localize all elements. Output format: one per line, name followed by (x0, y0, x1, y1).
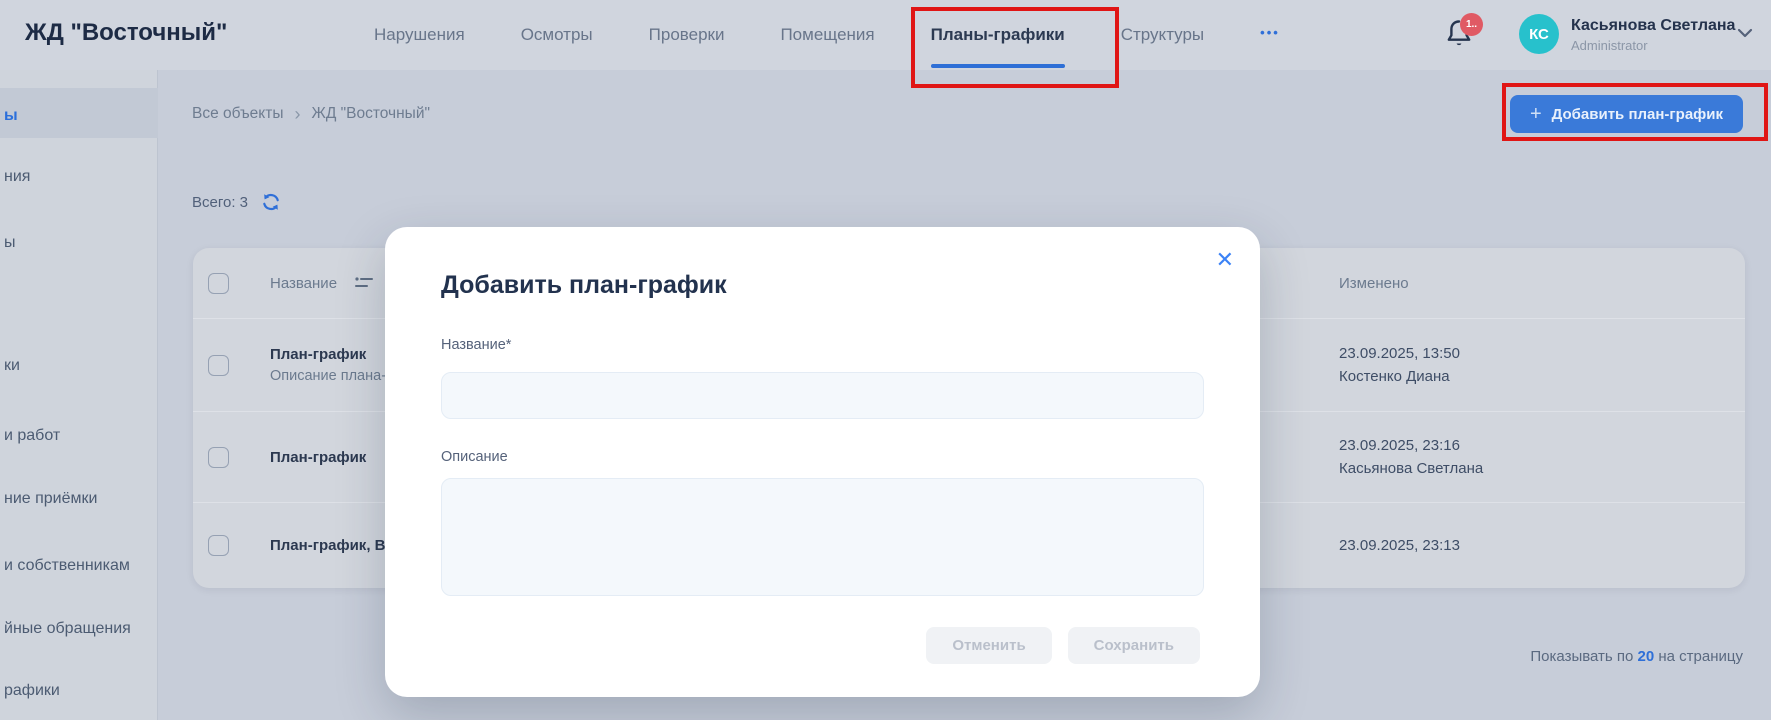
page-size-value[interactable]: 20 (1638, 648, 1655, 665)
user-name: Касьянова Светлана (1571, 17, 1735, 35)
tab-inspections[interactable]: Осмотры (521, 0, 593, 70)
total-count-label: Всего: 3 (192, 194, 248, 211)
user-role: Administrator (1571, 38, 1648, 53)
name-field-label: Название* (441, 337, 511, 353)
sidebar-active-highlight (0, 88, 158, 138)
sidebar-item-9[interactable]: рафики (4, 681, 60, 701)
name-field[interactable] (441, 372, 1204, 419)
user-menu-chevron-down-icon[interactable] (1737, 28, 1753, 38)
breadcrumb-current: ЖД "Восточный" (312, 105, 430, 123)
save-button[interactable]: Сохранить (1068, 627, 1200, 664)
breadcrumb: Все объекты › ЖД "Восточный" (192, 105, 430, 123)
sidebar-item-3[interactable]: ы (4, 233, 16, 253)
add-schedule-modal: ✕ Добавить план-график Название* Описани… (385, 227, 1260, 697)
page-size-suffix: на страницу (1658, 648, 1743, 665)
sidebar-item-4[interactable]: ки (4, 356, 20, 376)
sidebar-item-7[interactable]: и собственникам (4, 556, 130, 576)
tab-schedules[interactable]: Планы-графики (931, 0, 1065, 70)
sidebar-item-8[interactable]: йные обращения (4, 619, 131, 639)
avatar[interactable]: КС (1519, 14, 1559, 54)
notifications-button[interactable]: 1.. (1444, 17, 1484, 57)
page-size-prefix: Показывать по (1530, 648, 1633, 665)
plus-icon: + (1530, 105, 1542, 123)
notification-badge: 1.. (1460, 13, 1483, 36)
sidebar-item-2[interactable]: ния (4, 167, 30, 187)
breadcrumb-root[interactable]: Все объекты (192, 105, 284, 123)
modal-actions: Отменить Сохранить (926, 627, 1200, 664)
app-header: ЖД "Восточный" Нарушения Осмотры Проверк… (0, 0, 1771, 70)
tab-structures[interactable]: Структуры (1121, 0, 1204, 70)
modified-cell: 23.09.2025, 23:13 (1339, 534, 1745, 557)
add-schedule-button[interactable]: + Добавить план-график (1510, 95, 1743, 133)
select-all-checkbox[interactable] (208, 273, 229, 294)
sort-icon[interactable] (355, 276, 373, 290)
main-nav: Нарушения Осмотры Проверки Помещения Пла… (374, 0, 1280, 70)
page-size-control[interactable]: Показывать по 20 на страницу (1530, 648, 1743, 665)
column-header-modified[interactable]: Изменено (1339, 275, 1745, 292)
description-field[interactable] (441, 478, 1204, 596)
more-menu-icon[interactable]: ••• (1260, 25, 1280, 46)
refresh-icon[interactable] (261, 192, 281, 212)
list-summary: Всего: 3 (192, 192, 281, 212)
sidebar-item-1[interactable]: ы (4, 106, 18, 126)
app-title: ЖД "Восточный" (25, 19, 227, 47)
modified-cell: 23.09.2025, 13:50 Костенко Диана (1339, 342, 1745, 389)
tab-checks[interactable]: Проверки (649, 0, 725, 70)
row-checkbox[interactable] (208, 447, 229, 468)
sidebar: ы ния ы ки и работ ние приёмки и собстве… (0, 70, 158, 720)
tab-violations[interactable]: Нарушения (374, 0, 465, 70)
cancel-button[interactable]: Отменить (926, 627, 1051, 664)
tab-premises[interactable]: Помещения (780, 0, 874, 70)
row-checkbox[interactable] (208, 535, 229, 556)
row-checkbox[interactable] (208, 355, 229, 376)
modal-title: Добавить план-график (441, 271, 727, 300)
breadcrumb-separator-icon: › (295, 107, 301, 121)
sidebar-item-5[interactable]: и работ (4, 426, 60, 446)
description-field-label: Описание (441, 449, 508, 465)
add-schedule-button-label: Добавить план-график (1552, 106, 1723, 123)
close-icon[interactable]: ✕ (1216, 249, 1234, 271)
modified-cell: 23.09.2025, 23:16 Касьянова Светлана (1339, 434, 1745, 481)
sidebar-item-6[interactable]: ние приёмки (4, 489, 97, 509)
